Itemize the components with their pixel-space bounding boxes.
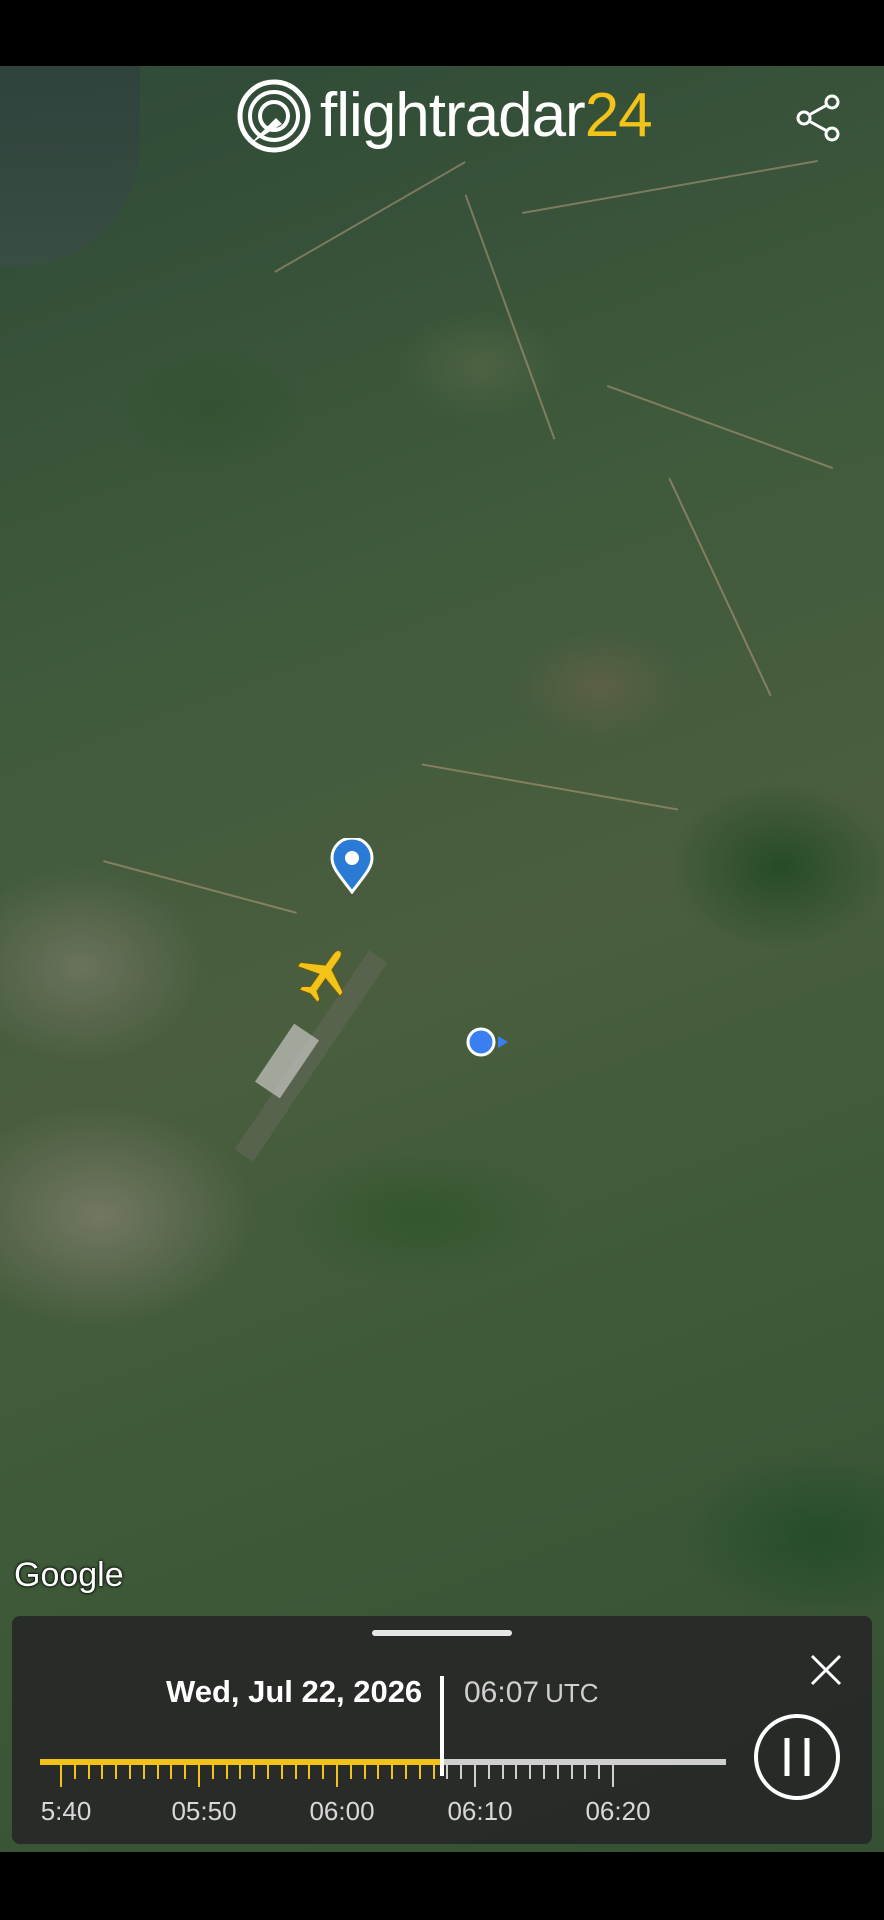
navigation-bar xyxy=(0,1852,884,1920)
timeline-cursor[interactable] xyxy=(440,1676,444,1776)
timeline-minor-tick xyxy=(225,1765,228,1779)
timeline-minor-tick xyxy=(280,1765,283,1779)
timeline-tick-label: 05:50 xyxy=(171,1796,237,1826)
drag-handle[interactable] xyxy=(372,1630,512,1636)
playback-time: 06:07 UTC xyxy=(464,1676,599,1710)
timeline-minor-tick xyxy=(253,1765,256,1779)
timeline-minor-tick xyxy=(73,1765,76,1779)
timeline-minor-tick xyxy=(543,1765,545,1779)
timeline-minor-tick xyxy=(584,1765,587,1779)
app-name: flightradar24 xyxy=(320,85,653,147)
timeline-major-tick xyxy=(60,1765,62,1787)
timeline-minor-tick xyxy=(349,1765,352,1779)
timeline-minor-tick xyxy=(391,1765,394,1779)
timeline-minor-tick xyxy=(156,1765,159,1779)
timeline-minor-tick xyxy=(529,1765,532,1779)
satellite-map[interactable] xyxy=(0,66,884,1852)
timezone-label: UTC xyxy=(545,1678,599,1708)
timeline-minor-tick xyxy=(432,1765,435,1779)
timeline-minor-tick xyxy=(377,1765,380,1779)
timeline-tick-label: 06:10 xyxy=(447,1796,513,1826)
lake-area xyxy=(0,66,140,266)
timeline-minor-tick xyxy=(170,1765,173,1779)
timeline-minor-tick xyxy=(598,1765,601,1779)
timeline-minor-tick xyxy=(184,1765,187,1779)
timeline-tick-label: 5:40 xyxy=(40,1796,92,1826)
app-name-main: flightradar xyxy=(320,81,586,150)
timeline-major-tick xyxy=(336,1765,338,1787)
playback-date: Wed, Jul 22, 2026 xyxy=(166,1674,423,1709)
timeline-major-tick xyxy=(612,1765,614,1787)
road xyxy=(274,161,466,273)
airplane-icon[interactable] xyxy=(294,944,354,1004)
timeline-major-tick xyxy=(198,1765,200,1787)
current-location-icon xyxy=(466,1027,508,1057)
timeline-minor-tick xyxy=(556,1765,559,1779)
playback-panel: Wed, Jul 22, 2026 06:07 UTC 5:40 05:50 06:0… xyxy=(12,1616,872,1844)
app-name-number: 24 xyxy=(584,81,653,150)
playback-time-value: 06:07 xyxy=(464,1676,540,1709)
timeline-minor-tick xyxy=(418,1765,421,1779)
road xyxy=(668,477,772,697)
timeline-minor-tick xyxy=(129,1765,131,1779)
timeline-minor-tick xyxy=(142,1765,145,1779)
timeline-minor-tick xyxy=(101,1765,104,1779)
timeline-minor-tick xyxy=(405,1765,407,1779)
timeline-minor-tick xyxy=(363,1765,366,1779)
timeline-minor-tick xyxy=(501,1765,504,1779)
flightradar24-radar-logo xyxy=(237,79,311,153)
app-logo: flightradar24 xyxy=(236,78,653,154)
map-attribution: Google xyxy=(14,1556,124,1594)
timeline-minor-tick xyxy=(115,1765,118,1779)
timeline-major-tick xyxy=(474,1765,476,1787)
road xyxy=(522,159,818,215)
close-icon[interactable] xyxy=(804,1648,848,1692)
timeline-minor-tick xyxy=(294,1765,297,1779)
timeline-minor-tick xyxy=(267,1765,269,1779)
timeline-minor-tick xyxy=(446,1765,449,1779)
timeline-minor-tick xyxy=(308,1765,311,1779)
share-icon[interactable] xyxy=(790,90,846,146)
road xyxy=(464,194,556,440)
pause-icon[interactable] xyxy=(752,1712,842,1802)
status-bar xyxy=(0,0,884,66)
timeline-minor-tick xyxy=(460,1765,463,1779)
road xyxy=(421,763,679,811)
timeline-minor-tick xyxy=(322,1765,325,1779)
timeline-minor-tick xyxy=(570,1765,573,1779)
timeline-tick-label: 06:00 xyxy=(309,1796,375,1826)
timeline-minor-tick xyxy=(515,1765,518,1779)
timeline-tick-label: 06:20 xyxy=(585,1796,651,1826)
airport-pin-icon[interactable] xyxy=(330,838,374,894)
timeline-minor-tick xyxy=(211,1765,214,1779)
timeline-minor-tick xyxy=(239,1765,242,1779)
timeline-minor-tick xyxy=(487,1765,490,1779)
road xyxy=(606,385,834,469)
road xyxy=(103,860,297,914)
timeline-minor-tick xyxy=(87,1765,90,1779)
